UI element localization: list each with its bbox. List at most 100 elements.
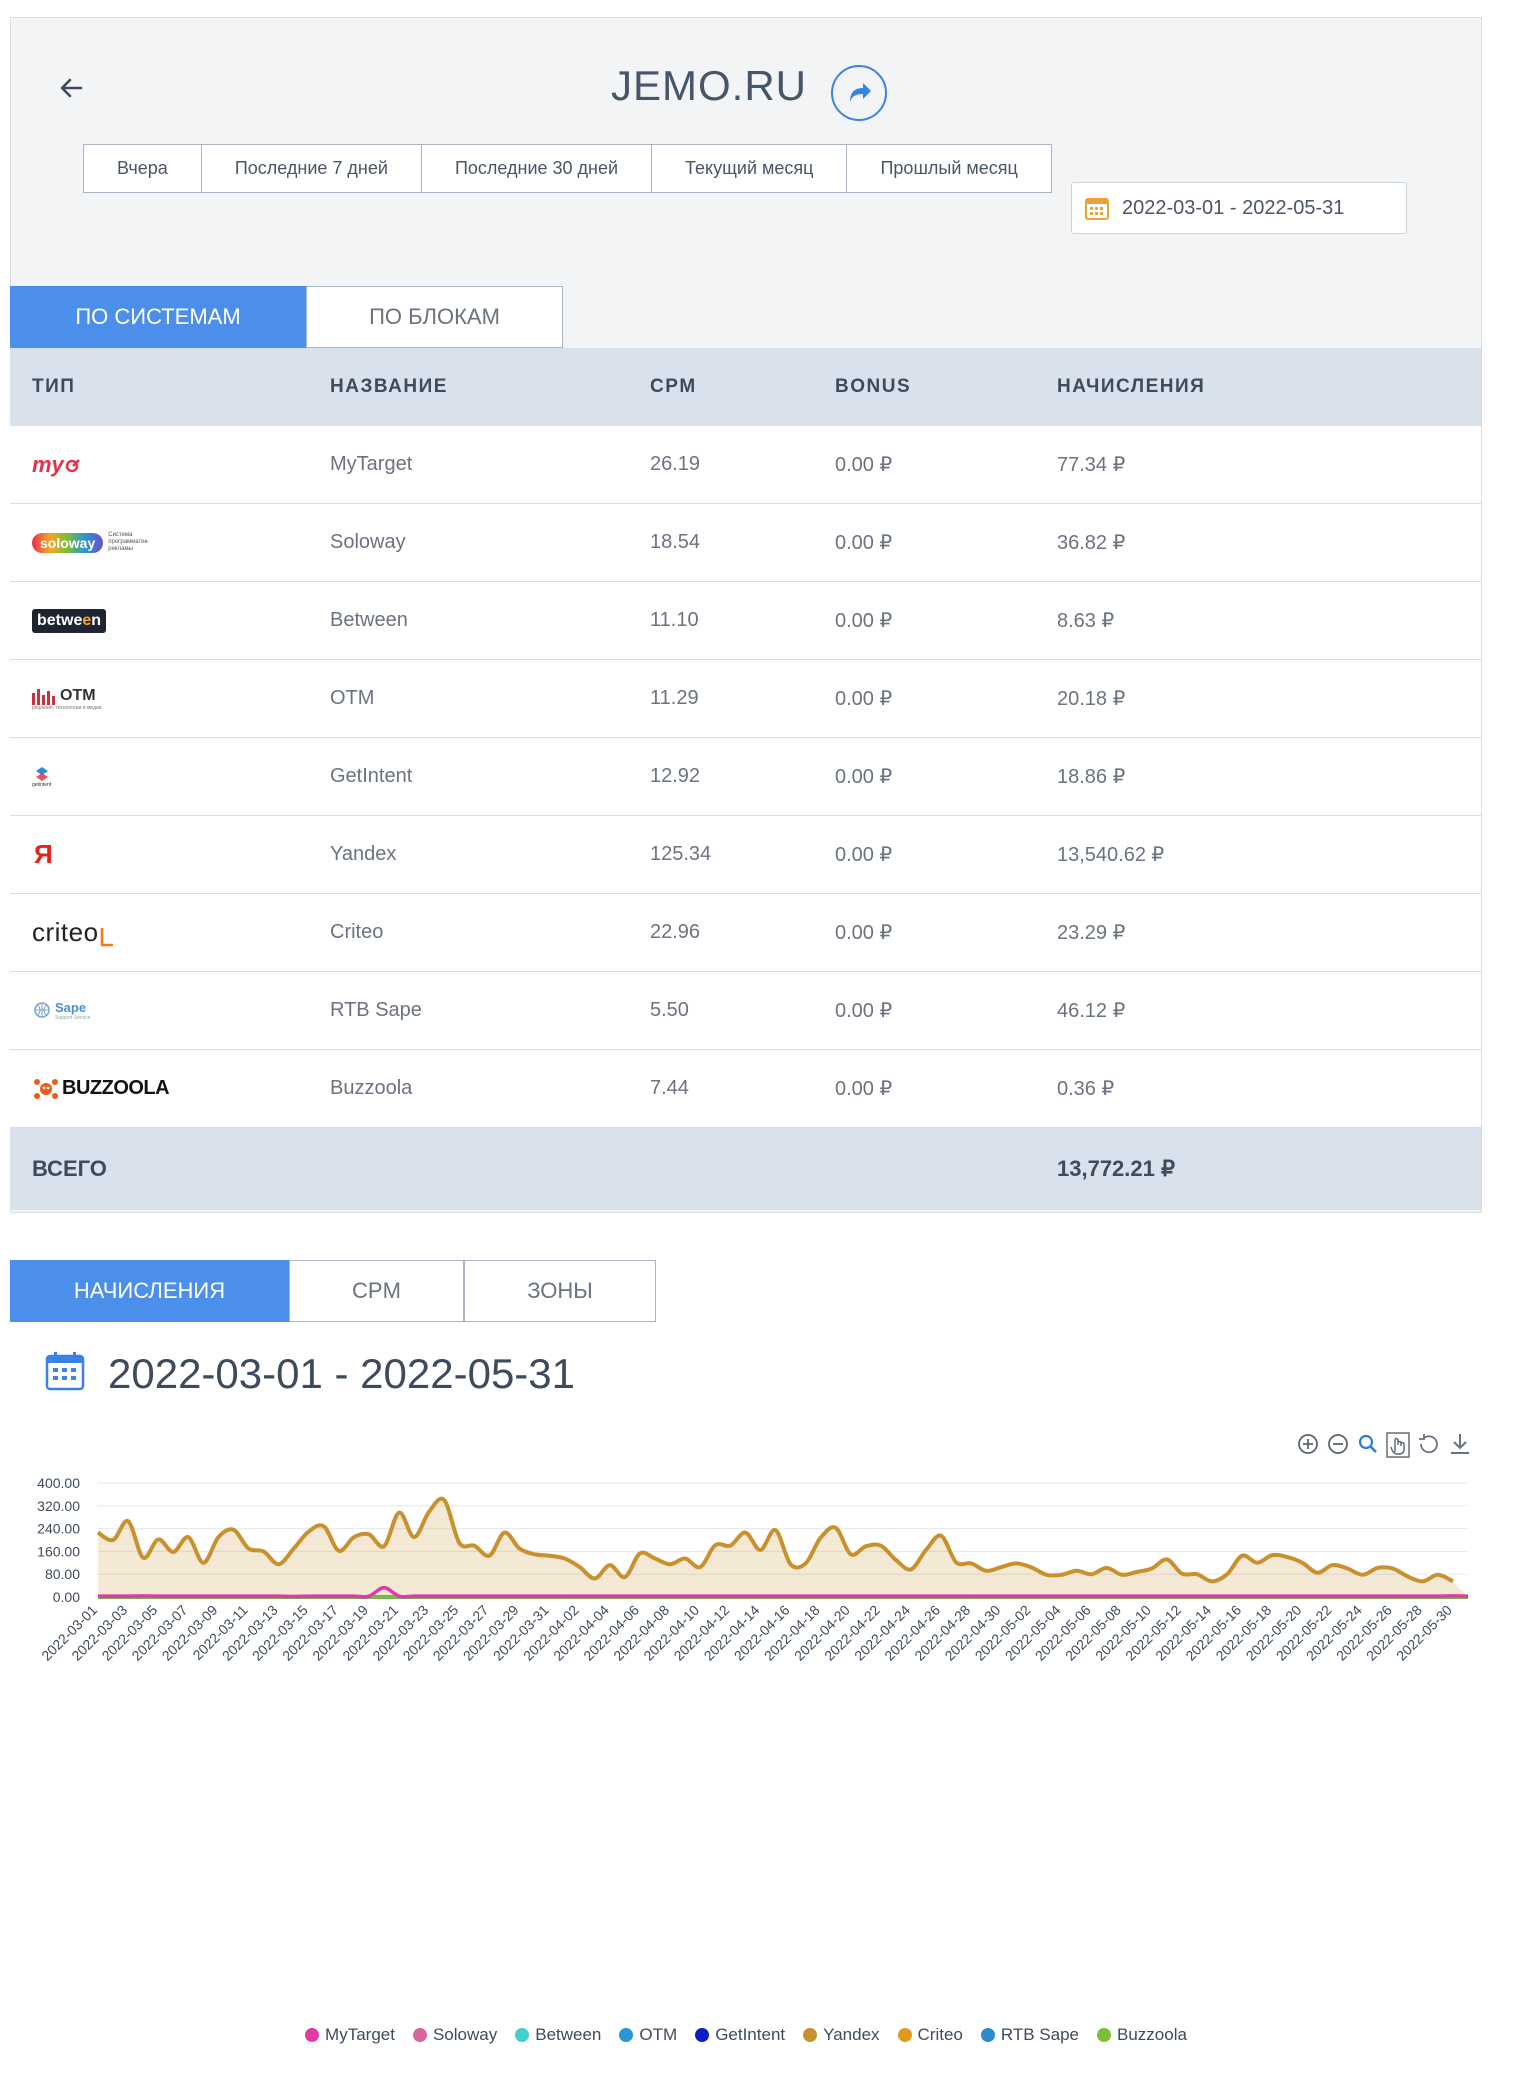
table-row: between Between 11.10 0.00 ₽ 8.63 ₽: [10, 582, 1481, 660]
table-row: Sape Support Service RTB Sape 5.50 0.00 ₽…: [10, 972, 1481, 1050]
getintent-logo: getintent: [32, 766, 51, 788]
legend-item-yandex[interactable]: Yandex: [803, 2025, 880, 2045]
row-revenue: 23.29 ₽: [1057, 922, 1126, 944]
tab-revenue[interactable]: НАЧИСЛЕНИЯ: [10, 1260, 289, 1322]
row-cpm: 125.34: [650, 843, 712, 865]
col-header-type: ТИП: [32, 376, 76, 397]
tab-by-blocks[interactable]: ПО БЛОКАМ: [306, 286, 563, 348]
legend-item-getintent[interactable]: GetIntent: [695, 2025, 785, 2045]
tab-zones[interactable]: ЗОНЫ: [464, 1260, 656, 1322]
total-label: ВСЕГО: [32, 1156, 107, 1181]
row-revenue: 8.63 ₽: [1057, 610, 1115, 632]
row-revenue: 36.82 ₽: [1057, 532, 1126, 554]
legend-dot: [897, 2028, 912, 2042]
table-row: criteo Criteo 22.96 0.00 ₽ 23.29 ₽: [10, 894, 1481, 972]
y-tick-label: 80.00: [45, 1566, 80, 1582]
table-row: BUZZOOLA Buzzoola 7.44 0.00 ₽ 0.36 ₽: [10, 1050, 1481, 1128]
legend-item-soloway[interactable]: Soloway: [412, 2025, 498, 2045]
period-last-7-days[interactable]: Последние 7 дней: [201, 145, 422, 192]
legend-dot: [1097, 2028, 1112, 2042]
row-revenue: 77.34 ₽: [1057, 454, 1126, 476]
col-header-cpm: CPM: [650, 376, 697, 397]
legend-dot: [515, 2028, 530, 2042]
table-row: getintent GetIntent 12.92 0.00 ₽ 18.86 ₽: [10, 738, 1481, 816]
date-range-value: 2022-03-01 - 2022-05-31: [1122, 196, 1345, 219]
row-cpm: 22.96: [650, 921, 701, 943]
tab-by-systems[interactable]: ПО СИСТЕМАМ: [10, 286, 306, 348]
row-cpm: 11.29: [650, 687, 699, 709]
table-header: ТИП НАЗВАНИЕ CPM BONUS НАЧИСЛЕНИЯ: [10, 348, 1481, 426]
tab-cpm[interactable]: CPM: [289, 1260, 464, 1322]
date-range-picker[interactable]: 2022-03-01 - 2022-05-31: [1071, 182, 1407, 234]
row-bonus: 0.00 ₽: [835, 454, 893, 476]
legend-item-buzzoola[interactable]: Buzzoola: [1097, 2025, 1187, 2045]
row-name: Buzzoola: [330, 1077, 413, 1099]
legend-label: MyTarget: [325, 2025, 395, 2044]
revenue-area-chart: 400.00320.00240.00160.0080.000.002022-03…: [37, 1475, 1469, 1664]
table-row: Я Yandex 125.34 0.00 ₽ 13,540.62 ₽: [10, 816, 1481, 894]
legend-dot: [695, 2028, 710, 2042]
back-button[interactable]: [51, 68, 91, 108]
legend-item-criteo[interactable]: Criteo: [897, 2025, 963, 2045]
row-bonus: 0.00 ₽: [835, 610, 893, 632]
row-name: MyTarget: [330, 453, 413, 475]
legend-label: Between: [535, 2025, 602, 2044]
legend-dot: [619, 2028, 634, 2042]
col-header-bonus: BONUS: [835, 376, 912, 397]
row-name: Soloway: [330, 531, 406, 553]
col-header-revenue: НАЧИСЛЕНИЯ: [1057, 376, 1206, 397]
between-logo: between: [32, 608, 107, 633]
row-name: GetIntent: [330, 765, 413, 787]
row-bonus: 0.00 ₽: [835, 844, 893, 866]
table-row: soloway Система программатик-рекламы Solo…: [10, 504, 1481, 582]
calendar-icon: [1084, 195, 1110, 221]
row-name: OTM: [330, 687, 375, 709]
share-icon: [850, 83, 871, 102]
table-row: my MyTarget 26.19 0.00 ₽ 77.34 ₽: [10, 426, 1481, 504]
total-row: ВСЕГО 13,772.21 ₽: [10, 1128, 1481, 1210]
row-bonus: 0.00 ₽: [835, 922, 893, 944]
row-cpm: 11.10: [650, 609, 699, 631]
y-tick-label: 400.00: [37, 1475, 80, 1491]
legend-item-rtb-sape[interactable]: RTB Sape: [980, 2025, 1080, 2045]
row-cpm: 18.54: [650, 531, 701, 553]
row-bonus: 0.00 ₽: [835, 1000, 893, 1022]
chart-card: 2022-03-01 - 2022-05-31 400.00 320.00 240.…: [10, 1322, 1482, 2089]
period-last-30-days[interactable]: Последние 30 дней: [421, 145, 653, 192]
share-button[interactable]: [831, 65, 887, 121]
legend-item-mytarget[interactable]: MyTarget: [305, 2025, 395, 2045]
legend-dot: [803, 2028, 818, 2042]
otm-logo: OTM решения, технологии и медиа: [32, 686, 102, 711]
period-last-month[interactable]: Прошлый месяц: [847, 145, 1051, 192]
row-revenue: 20.18 ₽: [1057, 688, 1126, 710]
total-value: 13,772.21 ₽: [1057, 1156, 1175, 1181]
row-cpm: 5.50: [650, 999, 689, 1021]
legend-item-between[interactable]: Between: [515, 2025, 601, 2045]
page-title: JEMO.RU: [611, 62, 807, 109]
row-name: Yandex: [330, 843, 397, 865]
period-yesterday[interactable]: Вчера: [84, 145, 202, 192]
row-bonus: 0.00 ₽: [835, 688, 893, 710]
criteo-logo: criteo: [32, 917, 115, 948]
legend-label: Soloway: [432, 2025, 498, 2044]
legend-dot: [980, 2028, 995, 2042]
legend-label: Yandex: [823, 2025, 880, 2044]
col-header-name: НАЗВАНИЕ: [330, 376, 448, 397]
soloway-logo: soloway Система программатик-рекламы: [32, 532, 150, 553]
row-bonus: 0.00 ₽: [835, 766, 893, 788]
period-current-month[interactable]: Текущий месяц: [652, 145, 848, 192]
mytarget-logo: my: [32, 452, 80, 478]
y-tick-label: 0.00: [53, 1589, 80, 1605]
y-tick-label: 320.00: [37, 1498, 80, 1514]
row-name: RTB Sape: [330, 999, 422, 1021]
arrow-left-icon: [60, 78, 83, 98]
row-name: Between: [330, 609, 408, 631]
legend-label: Criteo: [917, 2025, 963, 2044]
y-tick-label: 160.00: [37, 1543, 80, 1559]
legend-label: RTB Sape: [1000, 2025, 1080, 2044]
yandex-logo: Я: [34, 839, 53, 869]
legend-dot: [305, 2028, 320, 2042]
row-revenue: 13,540.62 ₽: [1057, 844, 1165, 866]
legend-item-otm[interactable]: OTM: [619, 2025, 677, 2045]
row-cpm: 26.19: [650, 453, 701, 475]
